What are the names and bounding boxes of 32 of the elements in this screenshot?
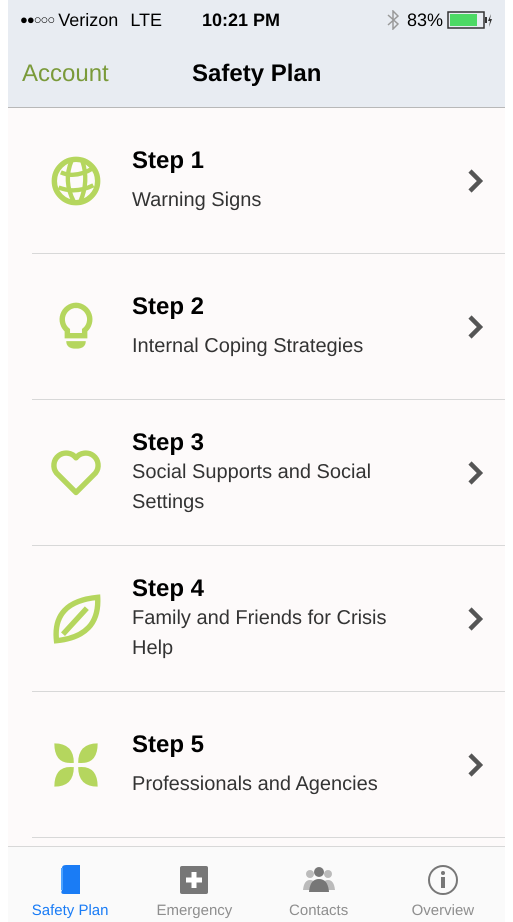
step-row[interactable]: Step 2 Internal Coping Strategies (32, 254, 505, 400)
step-subtitle: Warning Signs (132, 188, 262, 212)
step-row[interactable]: Step 1 Warning Signs (32, 108, 505, 254)
bluetooth-icon (386, 10, 399, 30)
battery-icon (447, 11, 493, 29)
chevron-icon (467, 460, 483, 486)
step-title: Step 3 (132, 428, 206, 456)
chevron-icon (467, 314, 483, 340)
step-row[interactable]: Step 5 Professionals and Agencies (32, 692, 505, 838)
tab-button[interactable]: Safety Plan (8, 847, 132, 922)
plus-icon (178, 864, 210, 896)
network-type: LTE (130, 8, 162, 32)
signal-strength: ●●○○○ (20, 11, 54, 30)
step-subtitle: Social Supports and Social Settings (132, 460, 372, 514)
step-row[interactable]: Step 4 Family and Friends for Crisis Help (32, 546, 505, 692)
step-subtitle: Professionals and Agencies (132, 772, 379, 796)
step-title: Step 5 (132, 730, 206, 758)
battery-percent: 83% (406, 8, 443, 32)
chevron-icon (467, 168, 483, 194)
step-subtitle: Family and Friends for Crisis Help (132, 606, 388, 660)
step-title: Step 4 (132, 574, 206, 602)
clock-time: 10:21 PM (202, 8, 280, 32)
info-icon (426, 864, 459, 896)
chevron-icon (467, 752, 483, 778)
step-title: Step 1 (132, 146, 206, 174)
chevron-icon (467, 606, 483, 632)
carrier-name: Verizon (58, 8, 118, 32)
globe-icon (50, 154, 102, 206)
screen-title: Safety Plan (192, 58, 322, 88)
step-title: Step 2 (132, 292, 206, 320)
step-row[interactable]: Step 3 Social Supports and Social Settings (32, 400, 505, 546)
step-subtitle: Internal Coping Strategies (132, 334, 364, 358)
